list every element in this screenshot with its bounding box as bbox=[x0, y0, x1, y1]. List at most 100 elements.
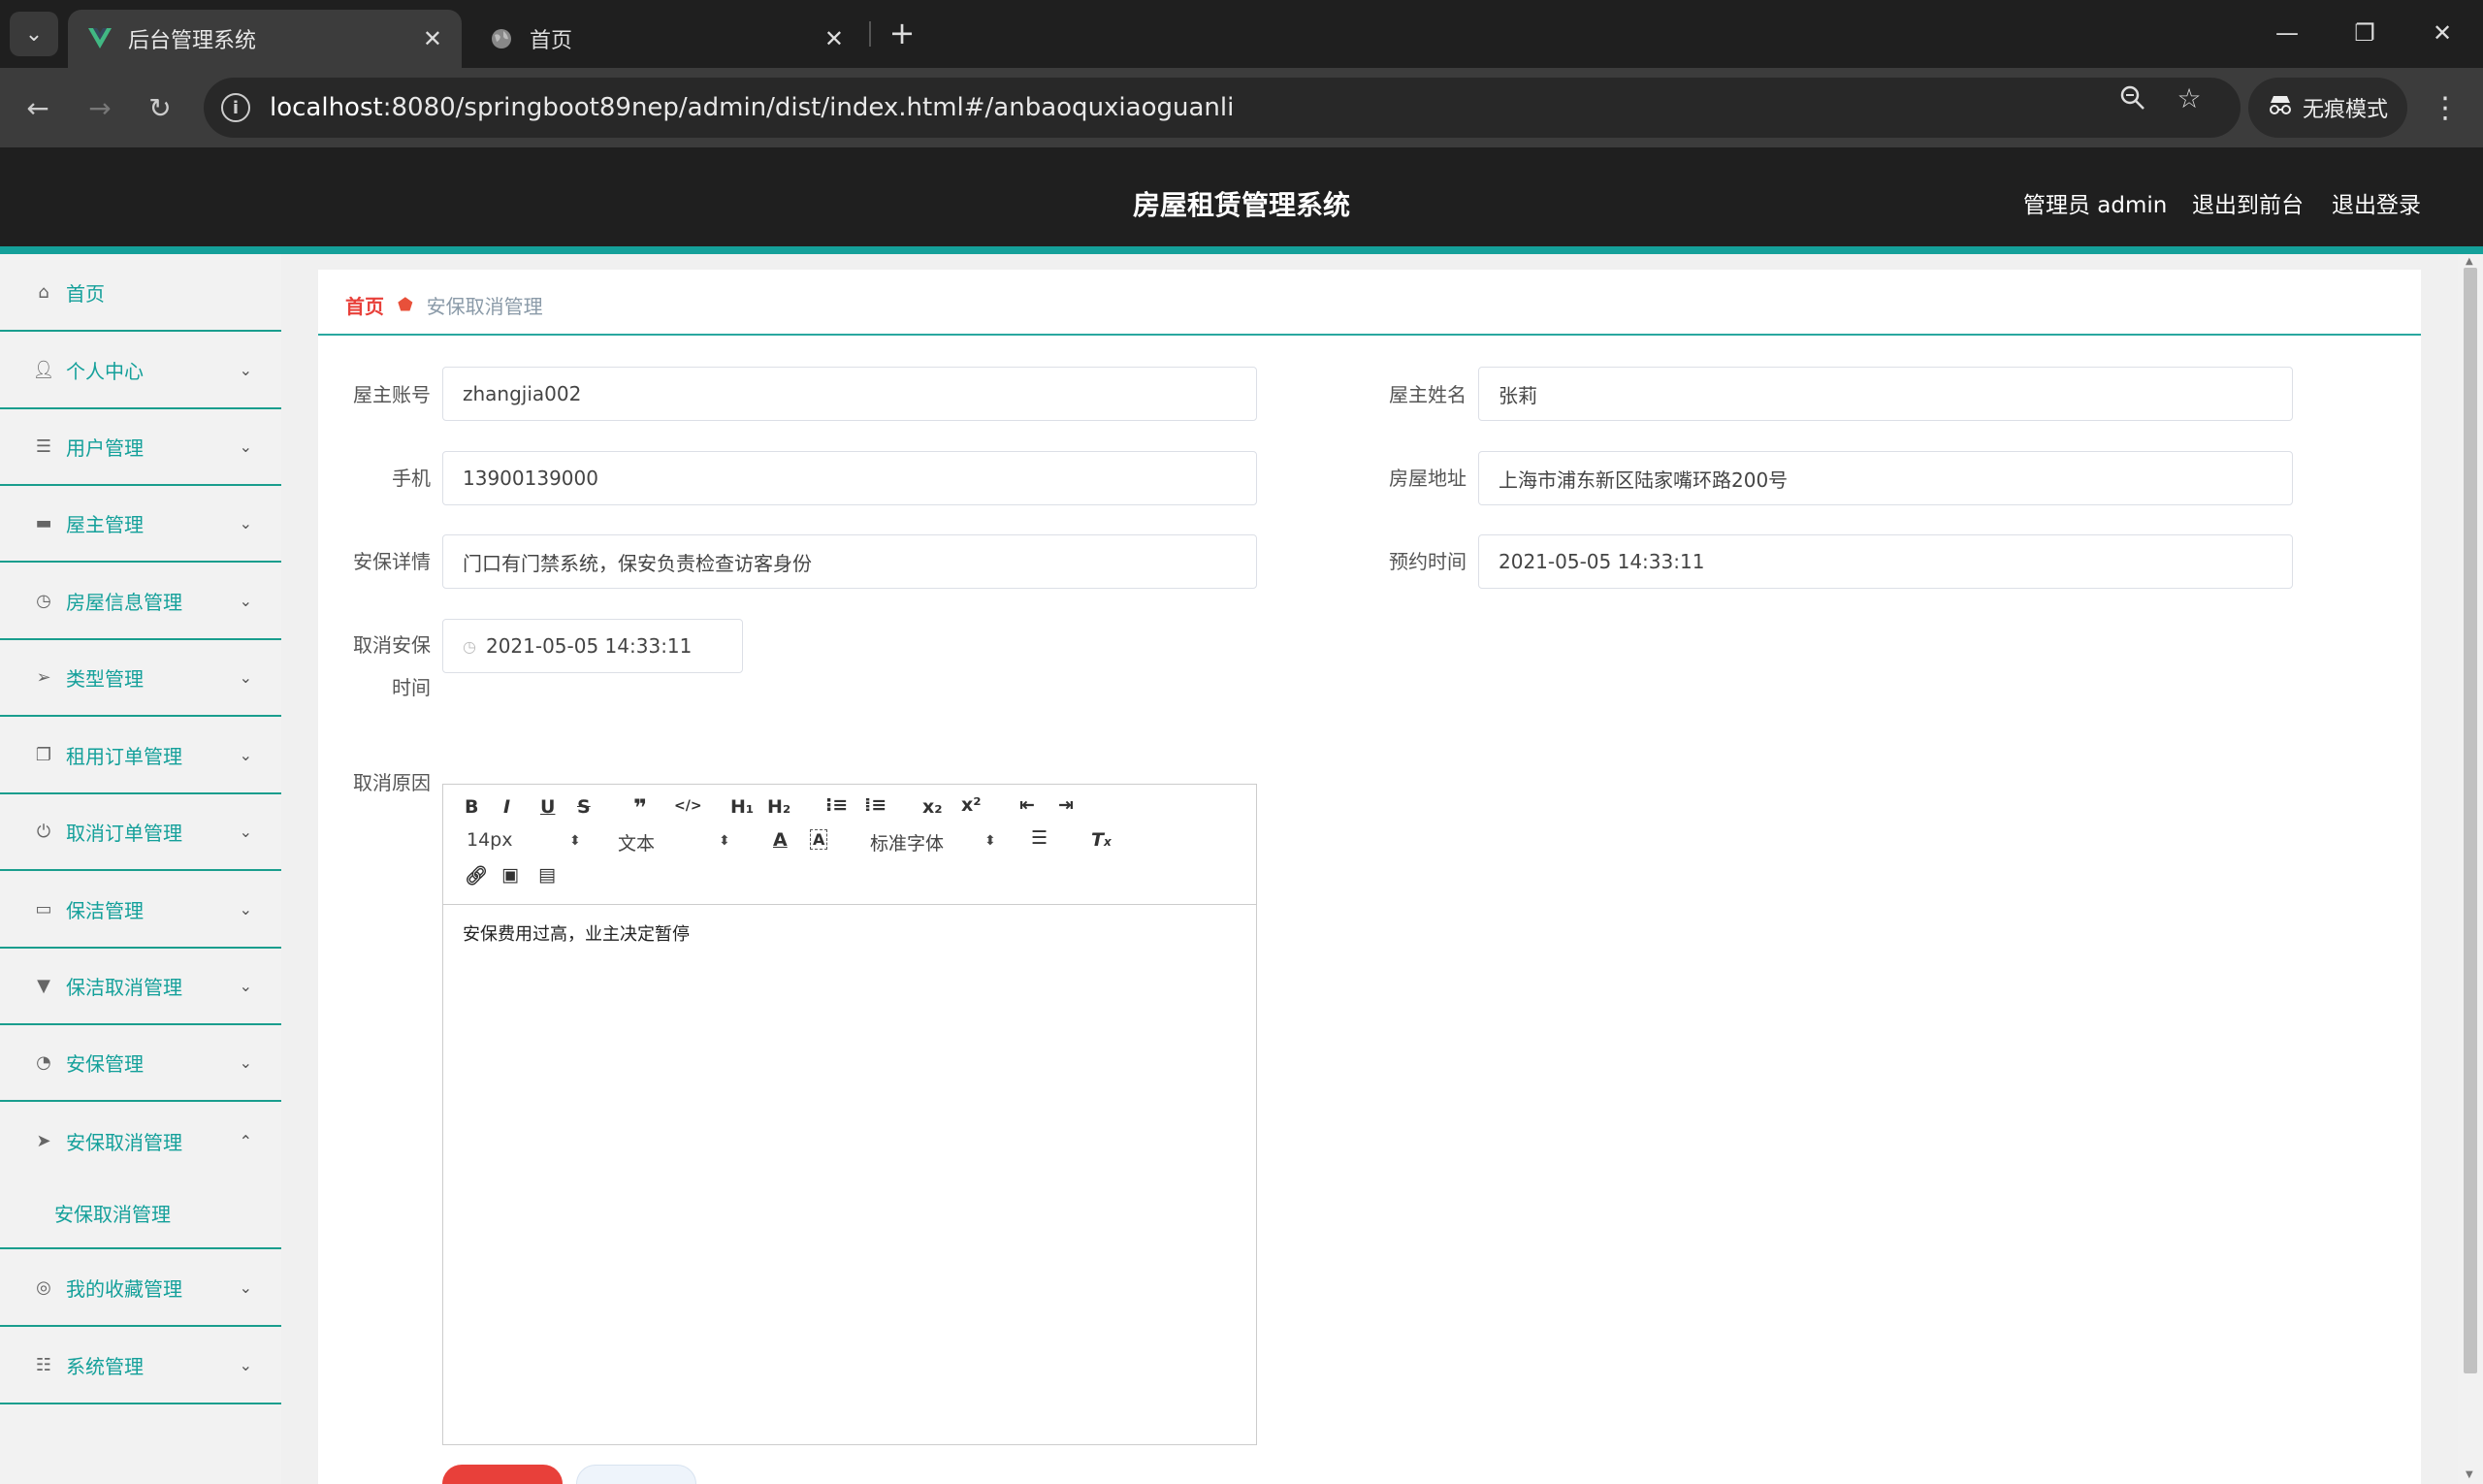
indent-icon[interactable]: ⇥ bbox=[1058, 794, 1074, 816]
sidebar-item-system[interactable]: ☷ 系统管理 ⌄ bbox=[0, 1327, 281, 1404]
chevron-down-icon: ⌄ bbox=[239, 1355, 252, 1374]
reload-icon[interactable]: ↻ bbox=[140, 87, 180, 128]
minimize-icon[interactable]: — bbox=[2258, 14, 2316, 52]
scroll-down-icon[interactable]: ▼ bbox=[2466, 1469, 2473, 1480]
editor-content[interactable]: 安保费用过高，业主决定暂停 bbox=[443, 905, 1256, 961]
align-icon[interactable]: ☰ bbox=[1031, 827, 1048, 849]
tab-divider bbox=[869, 21, 871, 47]
sidebar-item-cancel-orders[interactable]: ⏻ 取消订单管理 ⌄ bbox=[0, 794, 281, 871]
ordered-list-icon[interactable]: ⁝≡ bbox=[825, 794, 848, 816]
breadcrumb-home[interactable]: 首页 bbox=[345, 291, 384, 319]
text-style-select[interactable]: 文本 bbox=[618, 829, 655, 855]
sidebar-subitem-security-cancel[interactable]: 安保取消管理 bbox=[0, 1185, 281, 1240]
brush-icon: ▼ bbox=[37, 976, 50, 996]
appointment-label: 预约时间 bbox=[1389, 550, 1467, 573]
header2-icon[interactable]: H₂ bbox=[767, 796, 790, 818]
select-arrows-icon: ⬍ bbox=[984, 833, 996, 849]
phone-field[interactable]: 13900139000 bbox=[442, 451, 1257, 505]
chevron-down-icon: ⌄ bbox=[239, 899, 252, 919]
clear-format-icon[interactable]: Tx bbox=[1091, 829, 1112, 851]
tab-title: 后台管理系统 bbox=[128, 29, 257, 53]
tab-search-button[interactable]: ⌄ bbox=[10, 12, 58, 56]
scrollbar-thumb[interactable] bbox=[2464, 268, 2477, 1373]
video-icon[interactable]: ▤ bbox=[538, 864, 556, 886]
sidebar-item-rent-orders[interactable]: ❐ 租用订单管理 ⌄ bbox=[0, 717, 281, 794]
logout-link[interactable]: 退出登录 bbox=[2332, 186, 2421, 219]
superscript-icon[interactable]: x² bbox=[961, 794, 982, 816]
italic-icon[interactable]: I bbox=[503, 796, 510, 818]
editor-toolbar: B I U S ❞ </> H₁ H₂ ⁝≡ ⁞≡ x₂ x² ⇤ ⇥ 14px… bbox=[443, 785, 1256, 905]
rich-text-editor[interactable]: B I U S ❞ </> H₁ H₂ ⁝≡ ⁞≡ x₂ x² ⇤ ⇥ 14px… bbox=[442, 784, 1257, 1445]
paper-plane-icon: ➤ bbox=[36, 1130, 51, 1151]
background-color-icon[interactable]: A bbox=[810, 829, 828, 850]
browser-toolbar: ← → ↻ i localhost:8080/springboot89nep/a… bbox=[0, 68, 2483, 147]
sidebar-item-security[interactable]: ◔ 安保管理 ⌄ bbox=[0, 1025, 281, 1102]
close-icon[interactable]: ✕ bbox=[423, 25, 442, 52]
code-icon[interactable]: </> bbox=[674, 798, 702, 814]
strikethrough-icon[interactable]: S bbox=[577, 796, 591, 818]
blockquote-icon[interactable]: ❞ bbox=[633, 794, 647, 822]
appointment-field[interactable]: 2021-05-05 14:33:11 bbox=[1478, 534, 2293, 589]
owner-name-field[interactable]: 张莉 bbox=[1478, 367, 2293, 421]
main-content: 首页 ⬟ 安保取消管理 屋主账号 zhangjia002 屋主姓名 张莉 手机 … bbox=[318, 270, 2421, 1484]
chevron-down-icon: ⌄ bbox=[239, 745, 252, 764]
close-icon[interactable]: ✕ bbox=[824, 25, 844, 52]
chevron-down-icon: ⌄ bbox=[239, 668, 252, 687]
tab-admin[interactable]: 后台管理系统 ✕ bbox=[68, 10, 462, 68]
tab-home[interactable]: 首页 ✕ bbox=[469, 10, 863, 68]
sidebar-item-favorites[interactable]: ◎ 我的收藏管理 ⌄ bbox=[0, 1249, 281, 1327]
bold-icon[interactable]: B bbox=[465, 796, 478, 818]
clock-icon: ◷ bbox=[463, 636, 476, 656]
sidebar-item-profile[interactable]: 👤︎ 个人中心 ⌄ bbox=[0, 332, 281, 409]
outdent-icon[interactable]: ⇤ bbox=[1019, 794, 1035, 816]
zoom-icon[interactable] bbox=[2116, 81, 2149, 114]
site-info-icon[interactable]: i bbox=[221, 93, 250, 122]
address-bar[interactable]: i localhost:8080/springboot89nep/admin/d… bbox=[204, 78, 2241, 138]
underline-icon[interactable]: U bbox=[540, 796, 555, 818]
address-field[interactable]: 上海市浦东新区陆家嘴环路200号 bbox=[1478, 451, 2293, 505]
cancel-time-picker[interactable]: ◷ 2021-05-05 14:33:11 bbox=[442, 619, 743, 673]
page-scrollbar[interactable]: ▲ ▼ bbox=[2458, 254, 2483, 1484]
list-icon: ☰ bbox=[35, 436, 52, 457]
tab-title: 首页 bbox=[530, 29, 573, 53]
submit-button[interactable] bbox=[442, 1465, 563, 1484]
exit-to-front-link[interactable]: 退出到前台 bbox=[2192, 186, 2304, 219]
font-family-select[interactable]: 标准字体 bbox=[870, 829, 944, 855]
scroll-up-icon[interactable]: ▲ bbox=[2466, 256, 2473, 267]
breadcrumb-divider bbox=[318, 334, 2421, 336]
admin-user-label: 管理员 admin bbox=[2023, 193, 2168, 218]
cancel-button[interactable] bbox=[576, 1465, 696, 1484]
image-icon[interactable]: ▣ bbox=[501, 864, 519, 886]
restore-icon[interactable]: ❐ bbox=[2336, 14, 2394, 52]
window-close-icon[interactable]: ✕ bbox=[2413, 14, 2471, 52]
chevron-down-icon: ⌄ bbox=[239, 591, 252, 610]
new-tab-button[interactable]: + bbox=[883, 14, 921, 52]
sidebar-item-home[interactable]: ⌂ 首页 bbox=[0, 254, 281, 332]
security-detail-field[interactable]: 门口有门禁系统，保安负责检查访客身份 bbox=[442, 534, 1257, 589]
sidebar-item-users[interactable]: ☰ 用户管理 ⌄ bbox=[0, 409, 281, 486]
sidebar-item-owners[interactable]: ▬ 屋主管理 ⌄ bbox=[0, 486, 281, 563]
font-size-select[interactable]: 14px bbox=[467, 829, 512, 851]
owner-account-field[interactable]: zhangjia002 bbox=[442, 367, 1257, 421]
subscript-icon[interactable]: x₂ bbox=[922, 796, 943, 818]
forward-icon[interactable]: → bbox=[80, 87, 120, 128]
header1-icon[interactable]: H₁ bbox=[730, 796, 754, 818]
sidebar-item-house-info[interactable]: ◷ 房屋信息管理 ⌄ bbox=[0, 563, 281, 640]
sidebar-item-security-cancel[interactable]: ➤ 安保取消管理 ⌃ bbox=[0, 1102, 281, 1179]
select-arrows-icon: ⬍ bbox=[719, 833, 730, 849]
incognito-icon bbox=[2268, 94, 2293, 121]
bullet-list-icon[interactable]: ⁞≡ bbox=[864, 794, 887, 816]
vue-logo-icon bbox=[87, 26, 113, 51]
cancel-reason-label: 取消原因 bbox=[353, 771, 431, 794]
sidebar-item-types[interactable]: ➢ 类型管理 ⌄ bbox=[0, 640, 281, 717]
link-icon[interactable]: 🔗︎ bbox=[465, 864, 488, 887]
sidebar-item-cleaning-cancel[interactable]: ▼ 保洁取消管理 ⌄ bbox=[0, 949, 281, 1025]
sidebar-item-cleaning[interactable]: ▭ 保洁管理 ⌄ bbox=[0, 871, 281, 949]
breadcrumb-current: 安保取消管理 bbox=[426, 295, 543, 318]
back-icon[interactable]: ← bbox=[17, 87, 58, 128]
font-color-icon[interactable]: A bbox=[773, 829, 788, 851]
browser-menu-icon[interactable]: ⋮ bbox=[2431, 87, 2460, 128]
bookmark-star-icon[interactable]: ☆ bbox=[2173, 81, 2206, 114]
app-header: 房屋租赁管理系统 管理员 admin 退出到前台 退出登录 bbox=[0, 147, 2483, 254]
incognito-indicator[interactable]: 无痕模式 bbox=[2248, 78, 2407, 138]
